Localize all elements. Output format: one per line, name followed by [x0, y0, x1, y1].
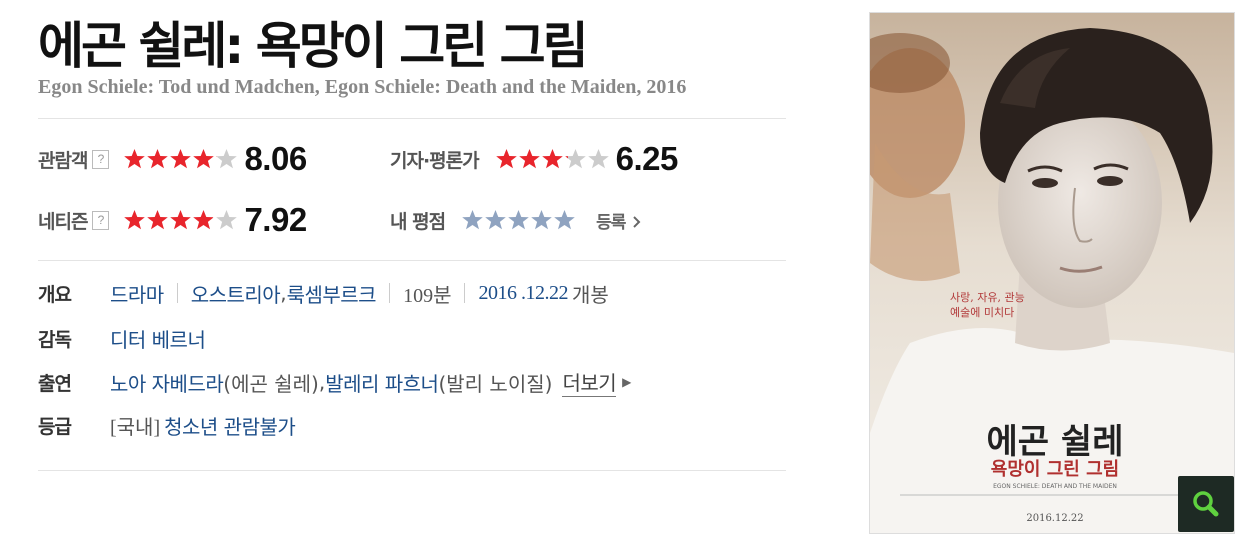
netizen-rating: 네티즌 ? 7.92: [38, 200, 307, 240]
star-icon: [147, 149, 169, 169]
country-link[interactable]: 룩셈부르크: [287, 279, 377, 308]
genre-link[interactable]: 드라마: [110, 279, 164, 308]
star-icon: [193, 210, 215, 230]
actor-link[interactable]: 노아 자베드라: [110, 368, 224, 397]
star-icon: [193, 149, 215, 169]
grade-row: 등급 [국내] 청소년 관람불가: [38, 410, 296, 440]
grade-label: 등급: [38, 415, 72, 438]
star-icon[interactable]: [484, 209, 507, 231]
release-suffix: 개봉: [571, 282, 609, 307]
audience-rating: 관람객 ? 8.06: [38, 139, 307, 179]
grade-prefix: [국내]: [110, 416, 161, 439]
critics-rating: 기자·평론가 6.25: [390, 139, 678, 179]
release-date-link[interactable]: 2016 .12.22: [478, 282, 568, 305]
poster-tagline: 예술에 미치다: [950, 306, 1014, 319]
star-icon: [495, 149, 517, 169]
star-icon: [216, 210, 238, 230]
actor-role: (에곤 쉴레): [223, 371, 319, 396]
overview-label: 개요: [38, 283, 72, 306]
star-icon[interactable]: [553, 209, 576, 231]
actor-role: (발리 노이질): [438, 371, 553, 396]
star-icon[interactable]: [530, 209, 553, 231]
register-rating-link[interactable]: 등록: [596, 208, 641, 233]
star-icon[interactable]: [461, 209, 484, 231]
netizen-rating-label: 네티즌: [38, 210, 88, 233]
cast-row: 출연 노아 자베드라 (에곤 쉴레), 발레리 파흐너 (발리 노이질) 더보기 ▶: [38, 367, 631, 397]
register-label: 등록: [596, 212, 626, 233]
star-icon: [216, 149, 238, 169]
poster-tagline: 사랑, 자유, 관능: [950, 291, 1025, 304]
magnifier-icon: [1193, 491, 1219, 517]
separator: [389, 283, 391, 303]
star-icon: [541, 149, 563, 169]
chevron-right-icon: [633, 215, 641, 228]
my-rating-label: 내 평점: [390, 210, 446, 233]
movie-poster[interactable]: 사랑, 자유, 관능 예술에 미치다 에곤 쉴레 욕망이 그린 그림 EGON …: [869, 12, 1235, 534]
cast-label: 출연: [38, 372, 72, 395]
separator: [176, 283, 178, 303]
star-icon[interactable]: [507, 209, 530, 231]
actor-link[interactable]: 발레리 파흐너: [325, 368, 439, 397]
director-link[interactable]: 디터 베르너: [110, 324, 206, 353]
netizen-score: 7.92: [244, 201, 307, 238]
movie-title: 에곤 쉴레: 욕망이 그린 그림: [38, 17, 589, 75]
poster-date: 2016.12.22: [1026, 513, 1083, 524]
poster-zoom-button[interactable]: [1178, 476, 1234, 532]
divider: [38, 470, 786, 471]
separator: [464, 283, 466, 303]
audience-score: 8.06: [244, 140, 307, 177]
poster-image: 사랑, 자유, 관능 예술에 미치다 에곤 쉴레 욕망이 그린 그림 EGON …: [870, 13, 1234, 533]
star-icon: [518, 149, 540, 169]
star-icon: [170, 149, 192, 169]
triangle-right-icon: ▶: [622, 375, 632, 389]
netizen-stars: [123, 209, 238, 231]
poster-title: 에곤 쉴레: [987, 422, 1124, 462]
director-label: 감독: [38, 328, 72, 351]
more-cast-link[interactable]: 더보기: [562, 367, 617, 397]
star-icon: [170, 210, 192, 230]
poster-english-title: EGON SCHIELE: DEATH AND THE MAIDEN: [993, 483, 1117, 490]
critics-score: 6.25: [615, 140, 679, 177]
star-icon: [124, 149, 146, 169]
star-icon: [147, 210, 169, 230]
help-icon[interactable]: ?: [92, 149, 110, 169]
poster-subtitle: 욕망이 그린 그림: [991, 459, 1119, 480]
critics-stars: [495, 148, 610, 170]
star-icon: [587, 149, 609, 169]
runtime: 109분: [403, 284, 452, 307]
grade-link[interactable]: 청소년 관람불가: [164, 411, 296, 440]
my-rating: 내 평점 등록: [390, 200, 641, 240]
director-row: 감독 디터 베르너: [38, 323, 206, 353]
my-rating-stars[interactable]: [461, 209, 576, 231]
divider: [38, 118, 786, 119]
divider: [38, 260, 786, 261]
star-icon: [124, 210, 146, 230]
audience-rating-label: 관람객: [38, 149, 88, 172]
star-icon: [564, 149, 586, 169]
original-title: Egon Schiele: Tod und Madchen, Egon Schi…: [38, 76, 687, 98]
critics-rating-label: 기자·평론가: [390, 149, 480, 172]
help-icon[interactable]: ?: [92, 210, 110, 230]
audience-stars: [123, 148, 238, 170]
country-link[interactable]: 오스트리아: [191, 279, 281, 308]
overview-row: 개요 드라마 오스트리아, 룩셈부르크 109분 2016 .12.22 개봉: [38, 278, 609, 308]
